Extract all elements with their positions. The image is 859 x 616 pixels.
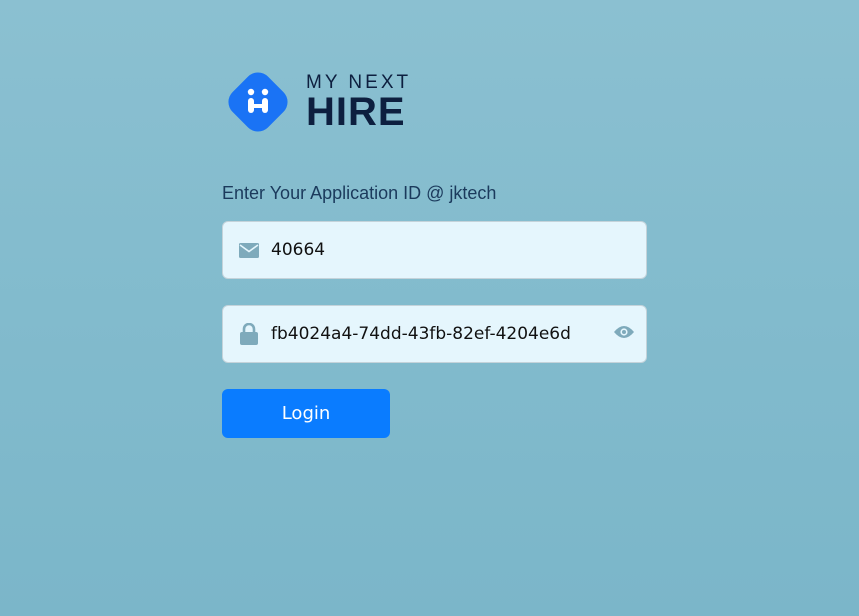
envelope-icon [239, 242, 259, 258]
login-button[interactable]: Login [222, 389, 390, 438]
form-label: Enter Your Application ID @ jktech [222, 183, 497, 203]
password-input[interactable] [271, 324, 614, 344]
brand-logo: MY NEXT HIRE [222, 66, 411, 138]
application-id-input[interactable] [271, 240, 646, 260]
password-field[interactable] [222, 305, 647, 363]
brand-line2: HIRE [306, 90, 406, 134]
logo-mark-icon [222, 66, 294, 138]
lock-icon [239, 323, 259, 345]
application-id-field[interactable] [222, 221, 647, 279]
eye-icon[interactable] [614, 325, 634, 344]
